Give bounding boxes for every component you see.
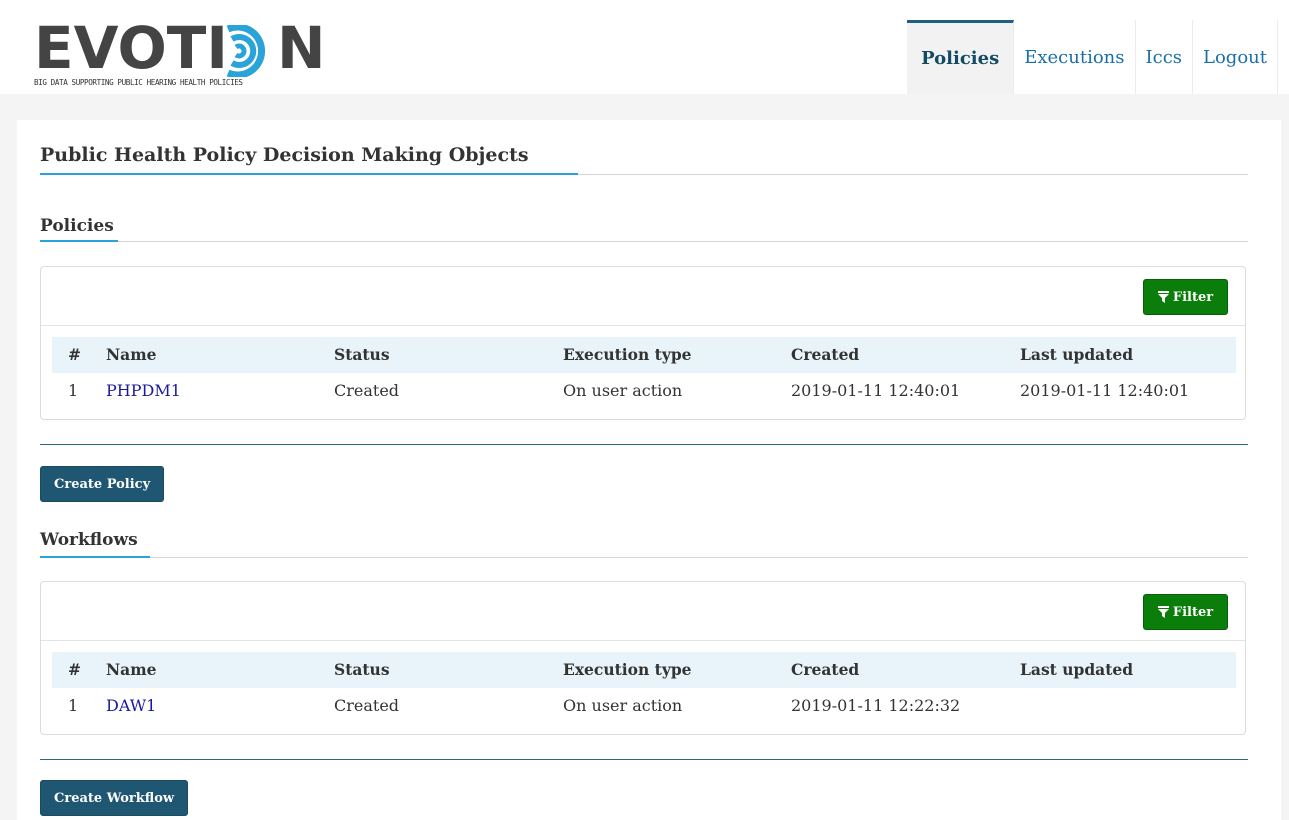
col-num: #	[68, 345, 81, 364]
policies-heading-divider	[40, 241, 1248, 242]
row-status: Created	[334, 381, 400, 400]
policies-heading-accent	[40, 240, 118, 242]
nav-policies[interactable]: Policies	[907, 20, 1015, 94]
nav-logout[interactable]: Logout	[1193, 20, 1278, 94]
row-created: 2019-01-11 12:40:01	[791, 381, 961, 400]
evotion-logo[interactable]: EVOTI N BIG DATA SUPPORTING PUBLIC HEARI…	[34, 18, 326, 92]
policies-table-box: Filter # Name Status Execution type Crea…	[40, 266, 1246, 420]
col-last-updated[interactable]: Last updated	[1020, 652, 1133, 688]
row-status: Created	[334, 696, 400, 715]
filter-label: Filter	[1172, 604, 1214, 620]
row-execution-type: On user action	[563, 696, 683, 715]
workflows-filter-button[interactable]: Filter	[1143, 594, 1228, 630]
col-status[interactable]: Status	[334, 652, 390, 688]
row-num: 1	[68, 696, 79, 715]
create-policy-button[interactable]: Create Policy	[40, 466, 165, 502]
col-name[interactable]: Name	[106, 337, 156, 373]
logo-word-right: N	[277, 14, 326, 82]
filter-label: Filter	[1172, 289, 1214, 305]
col-name[interactable]: Name	[106, 652, 156, 688]
workflows-separator	[40, 759, 1248, 760]
col-num: #	[68, 660, 81, 679]
row-last-updated: 2019-01-11 12:40:01	[1020, 381, 1190, 400]
page-title: Public Health Policy Decision Making Obj…	[40, 144, 529, 166]
row-created: 2019-01-11 12:22:32	[791, 696, 961, 715]
col-status[interactable]: Status	[334, 337, 390, 373]
filter-icon	[1157, 606, 1169, 618]
policies-table-header: # Name Status Execution type Created Las…	[52, 337, 1236, 373]
workflows-heading-divider	[40, 557, 1248, 558]
policies-heading: Policies	[40, 216, 114, 236]
col-created[interactable]: Created	[791, 337, 859, 373]
filter-icon	[1157, 291, 1169, 303]
workflow-name-link[interactable]: DAW1	[106, 688, 156, 724]
policies-separator	[40, 444, 1248, 445]
policies-filter-button[interactable]: Filter	[1143, 279, 1228, 315]
main-nav: Policies Executions Iccs Logout	[907, 20, 1278, 100]
table-row: 1 DAW1 Created On user action 2019-01-11…	[52, 688, 1236, 724]
table-row: 1 PHPDM1 Created On user action 2019-01-…	[52, 373, 1236, 409]
policy-name-link[interactable]: PHPDM1	[106, 373, 181, 409]
workflows-table-header: # Name Status Execution type Created Las…	[52, 652, 1236, 688]
col-execution-type[interactable]: Execution type	[563, 337, 692, 373]
col-execution-type[interactable]: Execution type	[563, 652, 692, 688]
policies-toolbar: Filter	[41, 267, 1245, 326]
workflows-heading: Workflows	[40, 530, 138, 550]
title-accent	[40, 173, 578, 175]
col-created[interactable]: Created	[791, 652, 859, 688]
create-workflow-button[interactable]: Create Workflow	[40, 780, 189, 816]
nav-executions[interactable]: Executions	[1014, 20, 1136, 94]
workflows-heading-accent	[40, 556, 150, 558]
row-num: 1	[68, 381, 79, 400]
main-panel: Public Health Policy Decision Making Obj…	[17, 120, 1281, 820]
header: EVOTI N BIG DATA SUPPORTING PUBLIC HEARI…	[0, 6, 1289, 94]
logo-word-left: EVOTI	[34, 14, 228, 82]
logo-tagline: BIG DATA SUPPORTING PUBLIC HEARING HEALT…	[34, 78, 243, 87]
row-execution-type: On user action	[563, 381, 683, 400]
workflows-toolbar: Filter	[41, 582, 1245, 641]
nav-iccs[interactable]: Iccs	[1135, 20, 1194, 94]
col-last-updated[interactable]: Last updated	[1020, 337, 1133, 373]
workflows-table-box: Filter # Name Status Execution type Crea…	[40, 581, 1246, 735]
logo-ring-icon	[226, 25, 266, 77]
